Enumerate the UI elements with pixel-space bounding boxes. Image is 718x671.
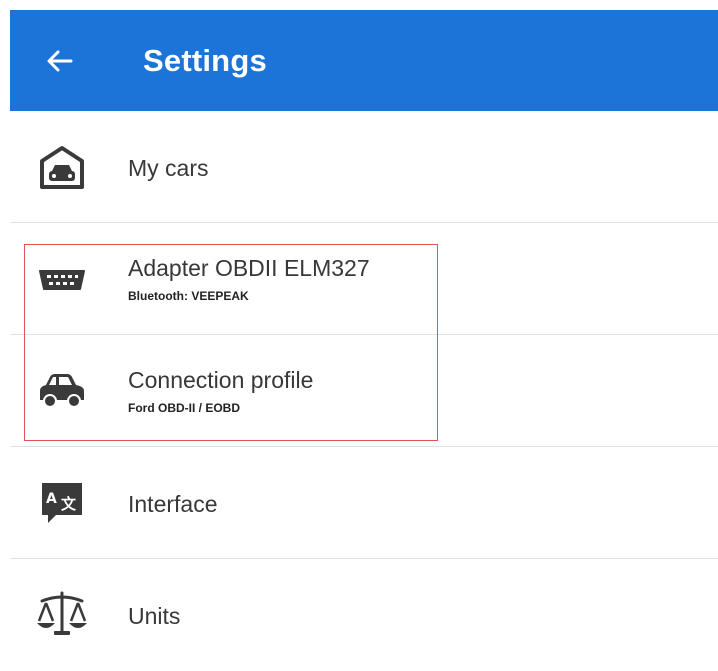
scale-icon bbox=[34, 587, 90, 643]
svg-text:文: 文 bbox=[61, 495, 77, 513]
settings-item-units[interactable]: Units bbox=[10, 559, 718, 671]
settings-item-label: Connection profile bbox=[128, 367, 314, 393]
translate-icon: A 文 bbox=[34, 475, 90, 531]
obd-connector-icon bbox=[34, 251, 90, 307]
page-title: Settings bbox=[143, 43, 267, 78]
back-button[interactable] bbox=[40, 41, 80, 81]
arrow-left-icon bbox=[47, 50, 73, 72]
settings-item-connection-profile[interactable]: Connection profile Ford OBD-II / EOBD bbox=[10, 335, 718, 447]
app-bar: Settings bbox=[10, 10, 718, 111]
svg-text:A: A bbox=[46, 491, 57, 507]
settings-item-subtitle: Ford OBD-II / EOBD bbox=[128, 401, 240, 415]
settings-item-subtitle: Bluetooth: VEEPEAK bbox=[128, 289, 249, 303]
settings-item-my-cars[interactable]: My cars bbox=[10, 111, 718, 223]
garage-car-icon bbox=[34, 139, 90, 195]
settings-item-label: Units bbox=[128, 603, 181, 629]
settings-item-label: Adapter OBDII ELM327 bbox=[128, 255, 370, 281]
car-icon bbox=[34, 363, 90, 419]
settings-item-interface[interactable]: A 文 Interface bbox=[10, 447, 718, 559]
settings-item-label: Interface bbox=[128, 491, 218, 517]
settings-list: My cars Adapter OBDII ELM327 Bluetooth: … bbox=[10, 111, 718, 671]
settings-item-adapter[interactable]: Adapter OBDII ELM327 Bluetooth: VEEPEAK bbox=[10, 223, 718, 335]
settings-item-label: My cars bbox=[128, 155, 209, 181]
